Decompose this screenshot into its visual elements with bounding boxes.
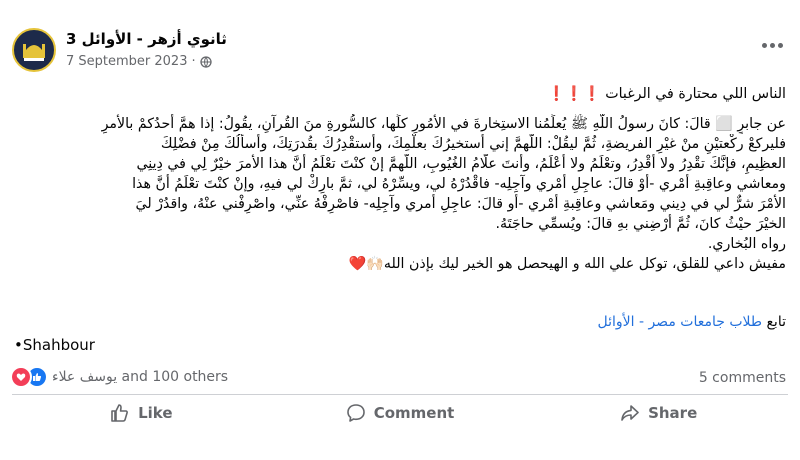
follow-page-link[interactable]: طلاب جامعات مصر - الأوائل <box>597 314 762 330</box>
post-actions: Like Comment Share <box>12 396 788 430</box>
post-body: الناس اللي محتارة في الرغبات ❗❗❗ عن جابر… <box>14 84 786 274</box>
hashtag[interactable]: •Shahbour <box>14 336 95 354</box>
comment-label: Comment <box>373 404 455 422</box>
share-icon <box>621 405 639 421</box>
post-line: العظِيمِ، فإنَّكَ تقْدِرُ ولا أقْدِرُ، و… <box>136 156 786 172</box>
page-name-link[interactable]: ثانوي أزهر - الأوائل 3 <box>66 30 227 48</box>
follow-line: تابع طلاب جامعات مصر - الأوائل <box>597 314 786 330</box>
post-line: الخيْرَ حيْثُ كانَ، ثُمَّ أرْضِني بهِ قا… <box>495 216 787 232</box>
post-meta: 7 September 2023 · <box>66 54 212 69</box>
love-reaction-icon <box>10 366 32 388</box>
post-line: ومعاشي وعاقِبةِ أمْري -أوْ قالَ: عاجِلِ … <box>132 176 786 192</box>
reactions-summary[interactable]: يوسف علاء and 100 others <box>10 366 228 388</box>
like-button[interactable]: Like <box>12 396 271 430</box>
comment-button[interactable]: Comment <box>271 396 530 430</box>
post-line: الأمْرَ شرٌّ لي في دِيني ومَعاشي وعاقِبة… <box>135 196 787 212</box>
meta-separator: · <box>191 54 196 69</box>
actions-divider <box>12 394 788 395</box>
globe-icon <box>199 55 212 68</box>
dot-icon <box>769 42 775 48</box>
more-options-button[interactable] <box>760 38 784 52</box>
post-date[interactable]: 7 September 2023 <box>66 54 187 69</box>
like-label: Like <box>138 404 173 422</box>
dot-icon <box>777 42 783 48</box>
share-button[interactable]: Share <box>529 396 788 430</box>
mosque-logo-icon <box>15 31 53 69</box>
post-header: ثانوي أزهر - الأوائل 3 7 September 2023 … <box>0 0 800 80</box>
page-avatar[interactable] <box>12 28 56 72</box>
post-line: رواه البُخاري. <box>707 236 786 252</box>
comment-icon <box>346 404 365 422</box>
post-line: عن جابرٍ ⬜ قالَ: كانَ رسولُ اللَّهِ ﷺ يُ… <box>101 116 786 132</box>
post-line: مفيش داعي للقلق، توكل علي الله و الهيحصل… <box>348 256 786 272</box>
post-line: فليركعْ ركْعتيْنِ منْ غيْرِ الفريضةِ، ثُ… <box>160 136 786 152</box>
share-label: Share <box>648 404 698 422</box>
reactors-text[interactable]: يوسف علاء and 100 others <box>52 369 228 385</box>
reaction-icons <box>10 366 48 388</box>
like-icon <box>111 404 129 422</box>
follow-prefix: تابع <box>766 314 786 330</box>
post-line: الناس اللي محتارة في الرغبات ❗❗❗ <box>547 86 786 102</box>
comments-count[interactable]: 5 comments <box>699 370 786 386</box>
dot-icon <box>761 42 767 48</box>
